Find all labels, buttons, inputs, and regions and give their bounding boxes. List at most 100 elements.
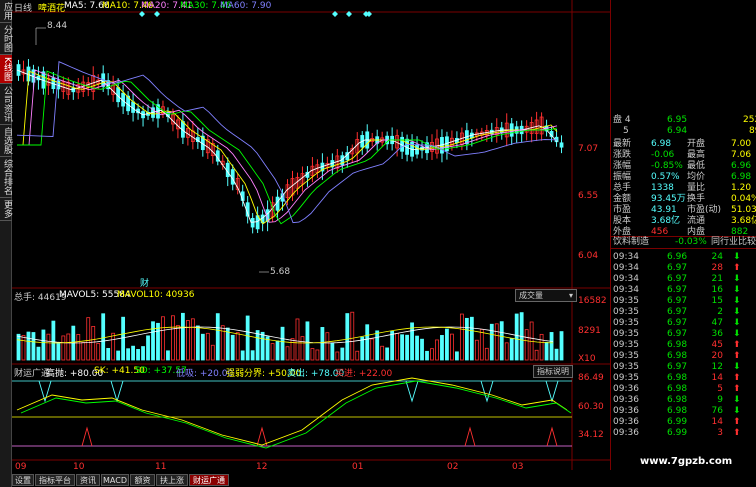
tab-caiyun[interactable]: 财运广通: [189, 474, 229, 486]
period-label[interactable]: 日线: [14, 1, 32, 14]
volume-bar: [200, 333, 205, 361]
volume-bar: [101, 313, 106, 361]
volume-bar: [275, 340, 280, 361]
low-price-mark: 5.68: [270, 267, 291, 277]
volume-bar: [260, 331, 265, 361]
volume-bar: [474, 339, 479, 361]
ma-line: [16, 69, 558, 223]
arrow-down-icon: ⬇: [733, 329, 741, 339]
chart-area[interactable]: 日线 啤酒花 MA5: 7.66 MA10: 7.46 MA20: 7.41 M…: [12, 0, 610, 472]
stats-row: 涨幅 -0.85% 最低 6.96: [611, 161, 756, 172]
sidebar-item-intraday[interactable]: 分时图: [0, 23, 12, 55]
volume-axis-label: 16582: [578, 296, 607, 306]
tab-macd[interactable]: MACD: [101, 474, 129, 486]
tab-capital[interactable]: 额资: [130, 474, 155, 486]
trade-row: 09:36 6.98 76 ⬇: [611, 406, 756, 417]
volume-bar: [16, 333, 21, 361]
volume-bar: [340, 347, 345, 361]
sidebar-item-more[interactable]: 更多: [0, 198, 12, 221]
tab-indicator-platform[interactable]: 指标平台: [35, 474, 75, 486]
indicator-help-button[interactable]: 指标说明: [533, 365, 573, 378]
trade-volume: 3: [717, 428, 723, 438]
volume-bar: [489, 323, 494, 361]
trade-volume: 36: [711, 329, 723, 339]
stats-row: 金额 93.45万换手 0.04%: [611, 194, 756, 205]
industry-compare-link[interactable]: 同行业比较: [711, 237, 756, 248]
ma-line: [17, 69, 558, 223]
volume-bar: [121, 316, 126, 361]
volume-selector[interactable]: 成交量 ▾: [515, 289, 577, 302]
sidebar-item-kline[interactable]: K线图: [0, 55, 12, 84]
volume-bar: [494, 323, 499, 361]
volume-bar: [395, 333, 400, 361]
trade-time: 09:34: [613, 274, 639, 284]
finance-tag[interactable]: 财: [140, 276, 149, 289]
stats-row: 市盈 43.91 市盈(动) 51.03: [611, 205, 756, 216]
volume-bar: [290, 338, 295, 361]
stats-value: 7.06: [731, 150, 752, 160]
trade-row: 09:36 6.99 3 ⬆: [611, 428, 756, 439]
trade-price: 6.98: [667, 373, 688, 383]
sidebar-item-app[interactable]: 应用: [0, 0, 12, 23]
volume-bar: [180, 312, 185, 361]
stats-value: 0.04%: [731, 194, 756, 204]
price-axis-label: 6.55: [578, 191, 599, 201]
volume-bar: [554, 348, 559, 361]
volume-bar: [141, 346, 145, 361]
sidebar-item-watchlist[interactable]: 自选股: [0, 125, 12, 157]
stats-row: 总手 1338 量比 1.20: [611, 183, 756, 194]
volume-bar: [440, 335, 444, 361]
trade-time: 09:35: [613, 296, 639, 306]
trade-volume: 47: [711, 318, 723, 328]
trade-row: 09:35 6.97 12 ⬇: [611, 362, 756, 373]
stats-value: 51.03: [731, 205, 756, 215]
stats-value: 93.45万: [651, 194, 686, 204]
volume-bar: [300, 336, 305, 361]
volume-bar: [430, 348, 434, 361]
trade-volume: 9: [717, 395, 723, 405]
trade-price: 6.98: [667, 351, 688, 361]
volume-bar: [380, 345, 385, 361]
tab-settings[interactable]: 设置: [12, 474, 34, 486]
trade-price: 6.99: [667, 428, 688, 438]
stats-value: 6.96: [731, 161, 752, 171]
volume-bar: [265, 336, 270, 361]
trade-price: 6.97: [667, 362, 688, 372]
tab-support-rise[interactable]: 扶上涨: [156, 474, 188, 486]
tab-news[interactable]: 资讯: [76, 474, 100, 486]
stats-value: 1338: [651, 183, 674, 193]
trade-time: 09:35: [613, 373, 639, 383]
volume-bar: [330, 342, 335, 361]
trade-price: 6.97: [667, 274, 688, 284]
volume-bar: [146, 335, 150, 361]
industry-name[interactable]: 饮料制造: [613, 237, 649, 248]
stats-label: 股本: [613, 216, 632, 226]
arrow-down-icon: ⬇: [733, 406, 741, 416]
volume-bar: [91, 325, 96, 361]
candle-body: [250, 217, 255, 228]
trade-price: 6.98: [667, 384, 688, 394]
trade-row: 09:35 6.97 36 ⬇: [611, 329, 756, 340]
arrow-up-icon: ⬆: [733, 417, 741, 427]
ma-line: [17, 70, 558, 225]
arrow-down-icon: ⬇: [733, 307, 741, 317]
trade-time: 09:34: [613, 285, 639, 295]
sidebar-item-company-news[interactable]: 公司资讯: [0, 84, 12, 125]
arrow-down-icon: ⬇: [733, 362, 741, 372]
volume-bar: [250, 350, 255, 361]
buy-signal: [546, 426, 558, 447]
sidebar: 应用 分时图 K线图 公司资讯 自选股 综合排名 更多: [0, 0, 12, 487]
candle-body: [559, 142, 564, 148]
volume-bar: [450, 333, 454, 361]
stats-label: 总手: [613, 183, 632, 193]
volume-bar: [185, 320, 190, 361]
volume-bar: [31, 332, 36, 361]
volume-bar: [400, 334, 405, 361]
sell-signal: [480, 380, 494, 403]
trade-volume: 76: [711, 406, 723, 416]
volume-bar: [509, 337, 514, 361]
volume-bar: [41, 329, 46, 361]
arrow-down-icon: ⬇: [733, 395, 741, 405]
stats-label: 涨幅: [613, 161, 632, 171]
sidebar-item-ranking[interactable]: 综合排名: [0, 157, 12, 198]
